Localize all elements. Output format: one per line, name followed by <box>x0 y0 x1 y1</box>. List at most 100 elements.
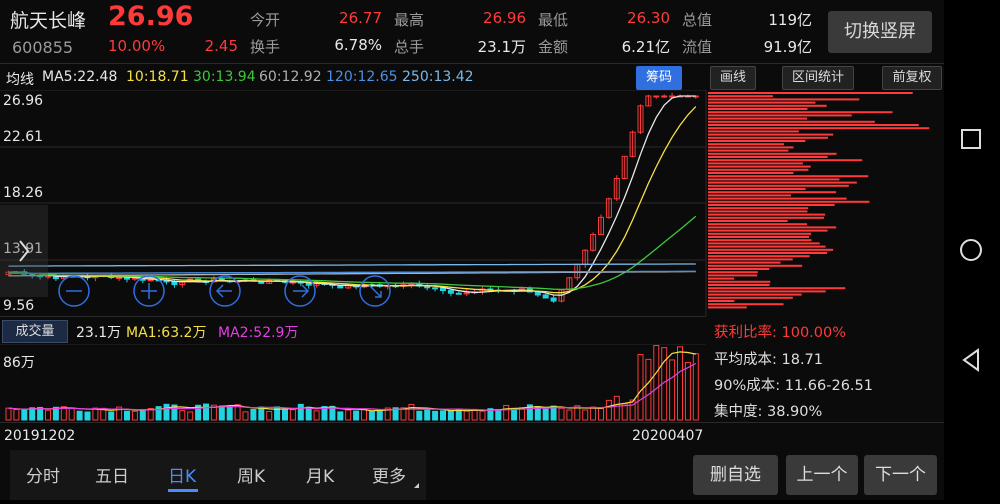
chip-bar <box>708 178 840 181</box>
sidebar-expand-icon[interactable] <box>0 205 48 297</box>
square-nav-icon[interactable] <box>961 129 981 149</box>
volume-chart <box>0 344 706 421</box>
chip-bar <box>708 223 807 226</box>
volume-bar <box>179 410 186 421</box>
chip-distribution <box>708 92 930 309</box>
volume-bar <box>479 410 486 421</box>
chip-bar <box>708 290 826 293</box>
chip-bar <box>708 104 827 107</box>
reset-view-icon[interactable] <box>359 275 391 307</box>
volume-bar <box>187 411 194 421</box>
draw-line-button[interactable]: 画线 <box>710 66 756 90</box>
volume-ma2: MA2:52.9万 <box>218 325 299 341</box>
label-turnover: 换手 <box>250 38 281 56</box>
chip-bar <box>708 268 770 270</box>
chip-bar <box>708 95 773 98</box>
candle-body <box>542 294 549 299</box>
tab-more[interactable]: 更多 <box>372 462 406 487</box>
candle-body <box>171 281 178 286</box>
tab-intraday[interactable]: 分时 <box>26 462 60 487</box>
value-total-value: 119亿 <box>768 11 812 29</box>
tab-five-day[interactable]: 五日 <box>95 462 129 487</box>
chips-button[interactable]: 筹码 <box>636 66 682 90</box>
chip-bar <box>708 236 809 238</box>
label-float-value: 流值 <box>682 38 713 56</box>
volume-bar <box>432 410 439 421</box>
chip-bar <box>708 271 758 274</box>
label-low: 最低 <box>538 11 569 29</box>
volume-bar <box>21 409 28 421</box>
volume-bar <box>345 409 352 421</box>
range-stats-button[interactable]: 区间统计 <box>782 66 854 90</box>
chip-bar <box>708 229 828 232</box>
chip-bar <box>708 261 781 264</box>
chip-bar <box>708 293 802 296</box>
tab-monthly-k[interactable]: 月K <box>306 462 334 487</box>
volume-bar <box>13 409 20 421</box>
chip-bar <box>708 159 863 162</box>
candle-body <box>124 277 130 280</box>
chip-bar <box>708 136 828 139</box>
value-turnover: 6.78% <box>334 36 382 54</box>
volume-bar <box>108 411 115 421</box>
volume-bar <box>621 403 628 421</box>
volume-indicator-button[interactable]: 成交量 <box>2 320 68 343</box>
candle-body <box>550 297 557 302</box>
chip-bar <box>708 280 771 283</box>
back-nav-icon[interactable] <box>962 348 979 372</box>
chip-bar <box>708 200 870 203</box>
chip-bar <box>708 239 812 242</box>
ma-label: 均线 <box>6 72 34 88</box>
chip-bar <box>708 156 828 158</box>
ma10-value: 10:18.71 <box>126 69 189 85</box>
volume-bar <box>5 407 12 421</box>
chip-bar <box>708 117 808 120</box>
candle-body <box>432 287 439 290</box>
system-nav-bar <box>944 0 1000 500</box>
chip-bar <box>708 175 869 178</box>
volume-bar <box>361 408 367 421</box>
candle-body <box>440 287 446 292</box>
volume-bar <box>440 410 446 421</box>
volume-bar <box>297 403 304 421</box>
chip-bar <box>708 258 793 261</box>
value-float-value: 91.9亿 <box>763 38 812 56</box>
active-tab-indicator <box>168 489 198 492</box>
adjust-button[interactable]: 前复权 <box>882 66 942 90</box>
volume-bar <box>76 410 83 421</box>
chip-bar <box>708 287 846 290</box>
volume-bar <box>637 354 644 421</box>
candle-body <box>455 292 462 295</box>
next-stock-button[interactable]: 下一个 <box>864 455 937 495</box>
chip-bar <box>708 300 735 302</box>
chip-bar <box>708 114 852 117</box>
volume-bar <box>463 410 470 421</box>
volume-bar <box>629 399 636 421</box>
stock-name: 航天长峰 <box>10 10 87 32</box>
value-low: 26.30 <box>627 9 670 27</box>
tab-daily-k[interactable]: 日K <box>168 462 196 487</box>
ma5-value: MA5:22.48 <box>42 69 118 85</box>
circle-nav-icon[interactable] <box>960 239 982 261</box>
chip-bar <box>708 165 811 168</box>
volume-bar <box>337 411 344 421</box>
previous-stock-button[interactable]: 上一个 <box>786 455 858 495</box>
date-end: 20200407 <box>632 428 704 444</box>
zoom-out-icon[interactable] <box>58 275 90 307</box>
remove-watchlist-button[interactable]: 删自选 <box>693 455 778 495</box>
volume-bar <box>313 410 320 421</box>
more-corner-icon <box>414 483 419 488</box>
chip-bar <box>708 127 930 130</box>
tab-weekly-k[interactable]: 周K <box>237 462 265 487</box>
volume-bar <box>305 406 312 421</box>
chip-bar <box>708 245 826 248</box>
candle-body <box>408 283 415 286</box>
chip-bar <box>708 92 913 94</box>
switch-portrait-button[interactable]: 切换竖屏 <box>828 11 932 53</box>
kline-chart[interactable] <box>0 90 944 316</box>
average-cost: 平均成本: 18.71 <box>714 352 824 368</box>
volume-bar <box>503 404 510 421</box>
chip-bar <box>708 274 758 277</box>
chip-bar <box>708 133 834 136</box>
chip-bar <box>708 124 919 126</box>
